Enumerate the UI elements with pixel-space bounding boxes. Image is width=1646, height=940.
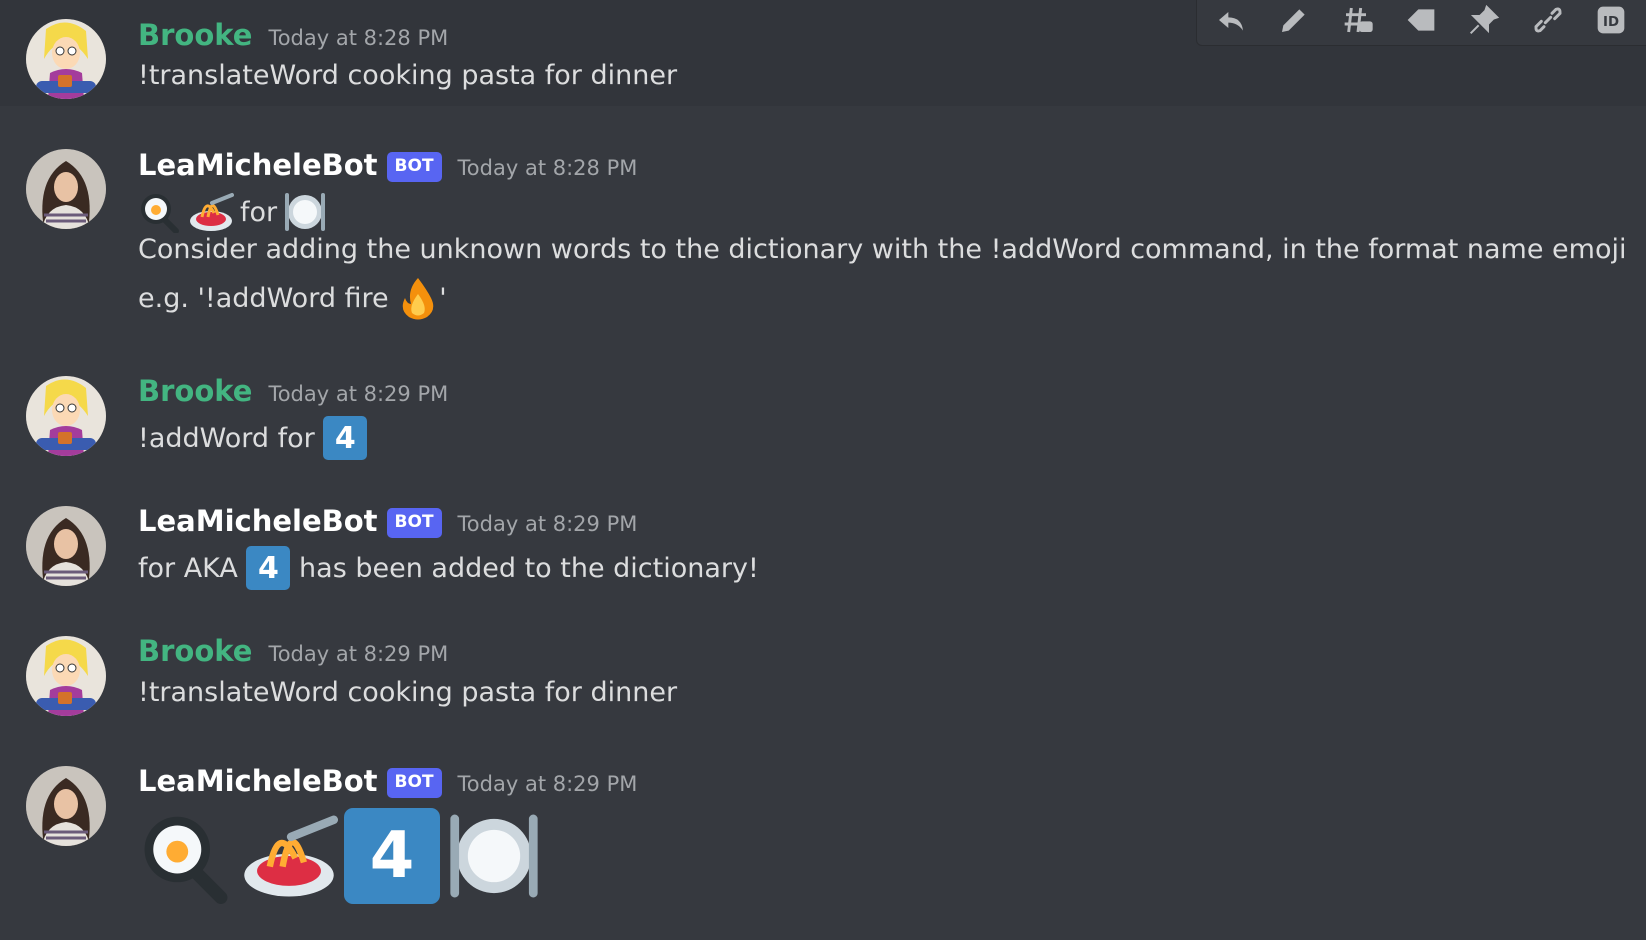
spaghetti-emoji-icon[interactable]: [188, 191, 234, 233]
cartoon-avatar-icon: [26, 636, 106, 716]
message-text: has been added to the dictionary!: [290, 552, 759, 584]
message-content: !translateWord cooking pasta for dinner: [138, 677, 677, 708]
message-item[interactable]: LeaMicheleBot BOT Today at 8:29 PM for A…: [0, 486, 1646, 596]
message-text: !translateWord cooking pasta for dinner: [138, 677, 678, 708]
chat-message-list: Brooke Today at 8:28 PM !translateWord c…: [0, 0, 1646, 940]
plate-fork-knife-emoji-icon[interactable]: [283, 191, 327, 233]
message-item[interactable]: Brooke Today at 8:28 PM !translateWord c…: [0, 0, 1646, 106]
keycap-digit-emoji-icon[interactable]: 4: [344, 808, 440, 904]
message-emoji-line: 4: [138, 806, 542, 906]
message-item[interactable]: LeaMicheleBot BOT Today at 8:29 PM 4: [0, 746, 1646, 916]
keycap-digit-emoji-icon[interactable]: 4: [246, 546, 291, 590]
message-content: Consider adding the unknown words to the…: [138, 234, 1626, 265]
keycap-digit-emoji-icon[interactable]: 4: [323, 416, 368, 460]
message-text: !translateWord cooking pasta for dinner: [138, 60, 678, 91]
message-emoji-line: for: [138, 190, 327, 234]
fried-egg-emoji-icon[interactable]: [138, 808, 234, 904]
message-timestamp: Today at 8:29 PM: [457, 772, 638, 796]
author-name[interactable]: LeaMicheleBot: [138, 504, 378, 538]
avatar-brooke[interactable]: [26, 376, 106, 456]
photo-avatar-icon: [26, 766, 106, 846]
message-text: for AKA: [138, 552, 247, 584]
copy-id-icon[interactable]: ID: [1592, 0, 1631, 40]
message-timestamp: Today at 8:29 PM: [457, 512, 638, 536]
message-timestamp: Today at 8:28 PM: [457, 156, 638, 180]
photo-avatar-icon: [26, 506, 106, 586]
message-content: !translateWord cooking pasta for dinner: [138, 60, 677, 91]
link-icon[interactable]: [1528, 0, 1567, 40]
bot-tag-badge: BOT: [386, 508, 442, 538]
author-name[interactable]: LeaMicheleBot: [138, 764, 378, 798]
author-name[interactable]: Brooke: [138, 18, 252, 52]
bot-tag-badge: BOT: [386, 152, 442, 182]
edit-icon[interactable]: [1274, 0, 1313, 40]
message-actions-toolbar: ID: [1196, 0, 1646, 46]
message-content: e.g. '!addWord fire ': [138, 276, 447, 320]
message-text: for: [240, 196, 278, 228]
message-item[interactable]: Brooke Today at 8:29 PM !addWord for 4: [0, 356, 1646, 466]
message-text: Consider adding the unknown words to the…: [138, 234, 1627, 265]
bot-tag-badge: BOT: [386, 768, 442, 798]
message-item[interactable]: Brooke Today at 8:29 PM !translateWord c…: [0, 616, 1646, 726]
plate-fork-knife-emoji-icon[interactable]: [446, 808, 542, 904]
message-content: !addWord for 4: [138, 415, 368, 461]
avatar-brooke[interactable]: [26, 19, 106, 99]
thread-icon[interactable]: [1338, 0, 1377, 40]
fried-egg-emoji-icon[interactable]: [138, 191, 182, 233]
tag-icon[interactable]: [1401, 0, 1440, 40]
message-timestamp: Today at 8:28 PM: [268, 26, 449, 50]
photo-avatar-icon: [26, 149, 106, 229]
message-text: ': [439, 282, 447, 314]
avatar-leamichelebot[interactable]: [26, 149, 106, 229]
avatar-leamichelebot[interactable]: [26, 506, 106, 586]
message-text: e.g. '!addWord fire: [138, 282, 398, 314]
author-name[interactable]: Brooke: [138, 374, 252, 408]
message-timestamp: Today at 8:29 PM: [268, 642, 449, 666]
cartoon-avatar-icon: [26, 19, 106, 99]
avatar-brooke[interactable]: [26, 636, 106, 716]
spaghetti-emoji-icon[interactable]: [240, 808, 338, 904]
reply-icon[interactable]: [1211, 0, 1250, 40]
author-name[interactable]: Brooke: [138, 634, 252, 668]
message-content: for AKA 4 has been added to the dictiona…: [138, 545, 759, 591]
cartoon-avatar-icon: [26, 376, 106, 456]
fire-emoji-icon[interactable]: [397, 276, 439, 320]
author-name[interactable]: LeaMicheleBot: [138, 148, 378, 182]
message-timestamp: Today at 8:29 PM: [268, 382, 449, 406]
message-item[interactable]: LeaMicheleBot BOT Today at 8:28 PM for C…: [0, 130, 1646, 340]
message-text: !addWord for: [138, 422, 324, 454]
svg-text:ID: ID: [1603, 15, 1619, 30]
pin-icon[interactable]: [1465, 0, 1504, 40]
avatar-leamichelebot[interactable]: [26, 766, 106, 846]
